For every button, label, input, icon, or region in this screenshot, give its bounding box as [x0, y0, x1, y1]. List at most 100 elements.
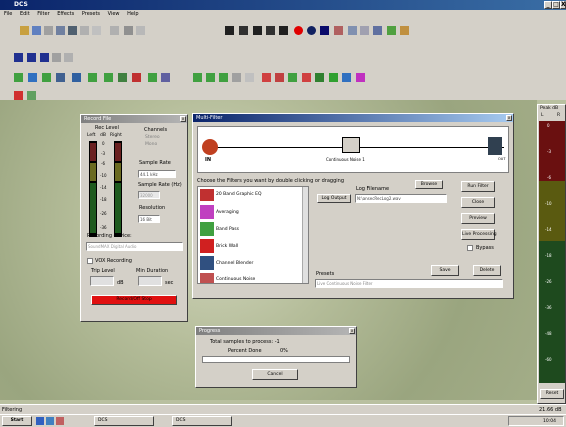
run-filter-button[interactable]: Run Filter	[461, 181, 495, 192]
filter-eq-icon[interactable]	[14, 73, 23, 82]
text-icon[interactable]	[124, 26, 133, 35]
live-processing-button[interactable]: Live Processing	[461, 229, 497, 240]
min-duration-input[interactable]	[138, 276, 162, 286]
paste-icon[interactable]	[68, 26, 77, 35]
monitor-icon[interactable]	[307, 26, 316, 35]
channel-r-icon[interactable]	[40, 53, 49, 62]
filter-speed-icon[interactable]	[342, 73, 351, 82]
edit-icon[interactable]	[110, 26, 119, 35]
pause-icon[interactable]	[253, 26, 262, 35]
channel-left-icon[interactable]	[14, 53, 23, 62]
multi-filter-close-icon[interactable]: x	[506, 115, 512, 121]
mono-radio[interactable]: Mono	[145, 142, 157, 147]
zoom-in-icon[interactable]	[348, 26, 357, 35]
filter-tool-icon[interactable]	[387, 26, 396, 35]
filter-stereo-icon[interactable]	[356, 73, 365, 82]
delete-preset-button[interactable]: Delete	[473, 265, 501, 276]
taskbar-dcs-2[interactable]: DCS	[172, 416, 232, 426]
menu-view[interactable]: View	[108, 11, 120, 17]
browse-button[interactable]: Browse	[415, 180, 443, 189]
filter-hum-icon[interactable]	[262, 73, 271, 82]
quicklaunch-media-icon[interactable]	[56, 417, 64, 425]
rewind-start-icon[interactable]	[225, 26, 234, 35]
filter-list-scrollbar[interactable]	[302, 187, 308, 283]
effects-tool-icon[interactable]	[400, 26, 409, 35]
minimize-button[interactable]: _	[544, 1, 552, 9]
filter-expander-icon[interactable]	[219, 73, 228, 82]
menu-presets[interactable]: Presets	[82, 11, 100, 17]
new-file-icon[interactable]	[20, 26, 29, 35]
filter-item-continuous[interactable]: Continuous Noise	[216, 277, 255, 282]
filter-gate-icon[interactable]	[193, 73, 202, 82]
menu-help[interactable]: Help	[127, 11, 138, 17]
filter-notch-icon[interactable]	[118, 73, 127, 82]
vox-checkbox[interactable]	[87, 258, 93, 264]
filter-lowpass-icon[interactable]	[104, 73, 113, 82]
filter-reverb-icon[interactable]	[315, 73, 324, 82]
fast-forward-icon[interactable]	[266, 26, 275, 35]
noise-filter-block-icon[interactable]	[342, 137, 360, 153]
recording-device-select[interactable]: SoundMAX Digital Audio	[86, 242, 183, 251]
settings-icon[interactable]	[80, 26, 89, 35]
record-icon[interactable]	[294, 26, 303, 35]
filter-item-eq[interactable]: 20 Band Graphic EQ	[216, 192, 261, 197]
filter-bandpass-icon[interactable]	[42, 73, 51, 82]
cut-icon[interactable]	[44, 26, 53, 35]
sample-rate-select[interactable]: 44.1 kHz	[138, 170, 176, 178]
taskbar-dcs-1[interactable]: DCS	[94, 416, 154, 426]
progress-close-icon[interactable]: x	[349, 328, 355, 334]
filter-item-brickwall[interactable]: Brick Wall	[216, 244, 238, 249]
help-icon[interactable]	[92, 26, 101, 35]
peak-reset-button[interactable]: Reset	[540, 389, 564, 399]
analyze-icon[interactable]	[14, 91, 23, 100]
filter-reduce-icon[interactable]	[148, 73, 157, 82]
filter-compressor-icon[interactable]	[206, 73, 215, 82]
resolution-select[interactable]: 16 Bit	[138, 215, 160, 223]
filter-click-icon[interactable]	[275, 73, 284, 82]
filter-echo-icon[interactable]	[302, 73, 311, 82]
presets-select[interactable]: Live Continuous Noise Filter	[315, 279, 503, 288]
cancel-button[interactable]: Cancel	[252, 369, 298, 380]
trip-level-input[interactable]	[90, 276, 114, 286]
bypass-checkbox[interactable]	[467, 245, 473, 251]
filter-blender-icon[interactable]	[72, 73, 81, 82]
channel-swap-icon[interactable]	[64, 53, 73, 62]
filter-item-bandpass[interactable]: Band Pass	[216, 227, 239, 232]
maximize-button[interactable]: □	[552, 1, 560, 9]
save-preset-button[interactable]: Save	[431, 265, 459, 276]
stereo-radio[interactable]: Stereo	[145, 135, 160, 140]
sample-rate-hz-input[interactable]: 32000	[138, 191, 160, 199]
menu-filter[interactable]: Filter	[37, 11, 49, 17]
log-output-button[interactable]: Log Output	[317, 194, 351, 203]
quicklaunch-ie-icon[interactable]	[36, 417, 44, 425]
spectrum-icon[interactable]	[373, 26, 382, 35]
filter-limiter-icon[interactable]	[161, 73, 170, 82]
filter-item-averaging[interactable]: Averaging	[216, 210, 239, 215]
filter-highpass-icon[interactable]	[88, 73, 97, 82]
filter-denoise-icon[interactable]	[288, 73, 297, 82]
marker-icon[interactable]	[136, 26, 145, 35]
filter-declip-icon[interactable]	[232, 73, 241, 82]
menu-effects[interactable]: Effects	[57, 11, 74, 17]
filter-brickwall-icon[interactable]	[56, 73, 65, 82]
record-close-icon[interactable]: x	[180, 116, 186, 122]
copy-icon[interactable]	[56, 26, 65, 35]
filter-equalize-icon[interactable]	[245, 73, 254, 82]
close-button[interactable]: X	[560, 1, 566, 9]
channel-link-icon[interactable]	[52, 53, 61, 62]
forward-end-icon[interactable]	[279, 26, 288, 35]
zoom-out-icon[interactable]	[360, 26, 369, 35]
menu-file[interactable]: File	[4, 11, 12, 17]
save-icon[interactable]	[32, 26, 41, 35]
filter-list[interactable]: 20 Band Graphic EQ Averaging Band Pass B…	[197, 186, 309, 284]
menu-edit[interactable]: Edit	[20, 11, 30, 17]
filter-item-blender[interactable]: Channel Blender	[216, 261, 253, 266]
preview-button[interactable]: Preview	[461, 213, 495, 224]
start-button[interactable]: Start	[2, 416, 32, 426]
channel-l-icon[interactable]	[27, 53, 36, 62]
loop-icon[interactable]	[334, 26, 343, 35]
filter-pitch-icon[interactable]	[329, 73, 338, 82]
quicklaunch-explorer-icon[interactable]	[46, 417, 54, 425]
record-stop-button[interactable]: Record/Off Stop	[91, 295, 177, 305]
close-button-filter[interactable]: Close	[461, 197, 495, 208]
